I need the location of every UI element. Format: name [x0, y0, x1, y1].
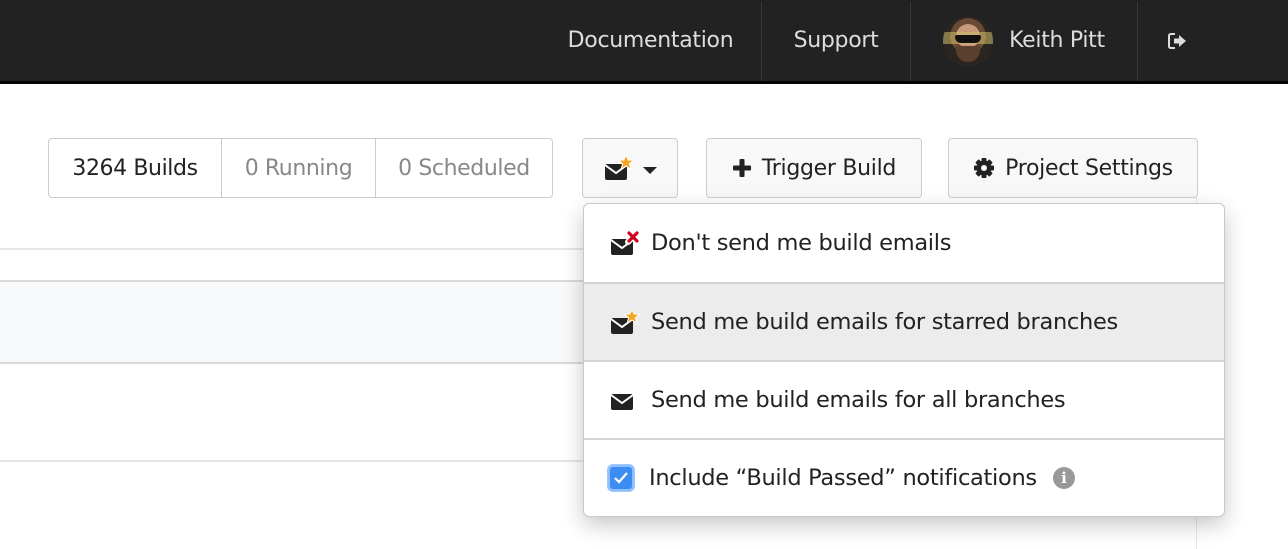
include-build-passed-checkbox[interactable] [608, 465, 634, 491]
project-settings-label: Project Settings [1005, 155, 1173, 181]
envelope-x-icon [610, 230, 640, 255]
info-icon[interactable]: i [1052, 467, 1075, 489]
nav-documentation-link[interactable]: Documentation [540, 0, 761, 81]
menu-item-all-branches[interactable]: Send me build emails for all branches [584, 360, 1224, 438]
logout-button[interactable] [1138, 0, 1218, 81]
running-count-button[interactable]: 0 Running [221, 139, 375, 197]
email-settings-dropdown-button[interactable] [582, 138, 678, 198]
trigger-build-label: Trigger Build [761, 155, 897, 181]
top-navbar: Documentation Support Keith Pitt [0, 0, 1288, 84]
nav-support-label: Support [793, 28, 879, 53]
sign-out-icon [1168, 32, 1186, 49]
envelope-icon [610, 394, 634, 410]
checkmark-icon [614, 472, 628, 484]
table-divider [0, 362, 600, 364]
avatar [943, 15, 994, 66]
plus-icon [732, 159, 751, 177]
nav-support-link[interactable]: Support [762, 0, 910, 81]
scheduled-count: 0 Scheduled [398, 155, 530, 181]
running-count: 0 Running [244, 155, 353, 181]
envelope-star-icon [604, 154, 635, 180]
menu-item-label: Send me build emails for all branches [651, 387, 1066, 413]
include-build-passed-label: Include “Build Passed” notifications [649, 465, 1037, 491]
menu-item-label: Send me build emails for starred branche… [651, 309, 1118, 335]
menu-item-label: Don't send me build emails [651, 230, 952, 256]
builds-count: 3264 Builds [72, 155, 198, 181]
build-stats-group: 3264 Builds 0 Running 0 Scheduled [48, 138, 553, 198]
menu-item-starred-branches[interactable]: Send me build emails for starred branche… [584, 282, 1224, 360]
chevron-down-icon [643, 166, 657, 174]
nav-user-menu[interactable]: Keith Pitt [911, 0, 1137, 81]
scheduled-count-button[interactable]: 0 Scheduled [375, 139, 552, 197]
builds-count-button[interactable]: 3264 Builds [49, 139, 221, 197]
table-row[interactable] [0, 282, 600, 362]
nav-documentation-label: Documentation [567, 28, 734, 53]
nav-user-name: Keith Pitt [1009, 28, 1105, 53]
gear-icon [974, 158, 995, 178]
table-divider [0, 460, 600, 462]
trigger-build-button[interactable]: Trigger Build [706, 138, 922, 198]
table-divider [0, 248, 600, 250]
project-settings-button[interactable]: Project Settings [948, 138, 1198, 198]
include-build-passed-option[interactable]: Include “Build Passed” notifications i [584, 438, 1224, 516]
envelope-star-icon [610, 309, 640, 334]
email-settings-menu: Don't send me build emails Send me build… [583, 203, 1225, 517]
menu-item-no-emails[interactable]: Don't send me build emails [584, 204, 1224, 282]
